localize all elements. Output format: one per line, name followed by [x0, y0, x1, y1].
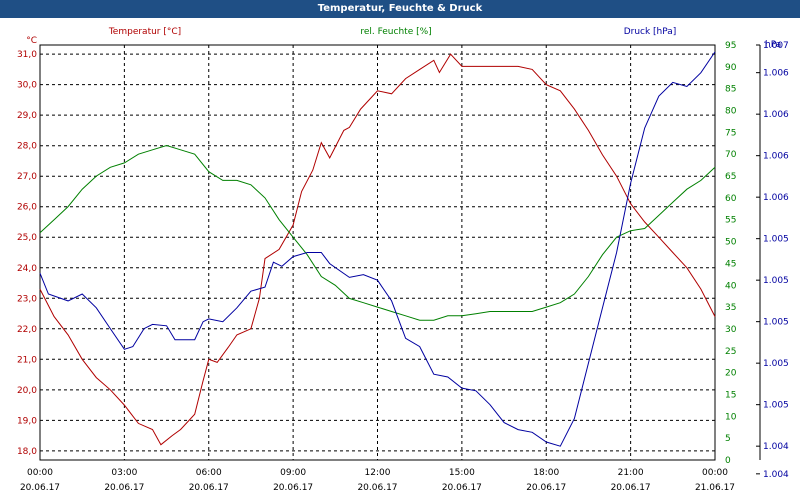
y-tick-temperature: 28,0 [17, 142, 37, 152]
grid [40, 45, 715, 460]
x-tick-date: 20.06.17 [273, 483, 313, 493]
y-tick-temperature: 27,0 [17, 172, 37, 182]
y-tick-pressure: 1.005 [763, 276, 789, 286]
y-tick-humidity: 55 [725, 216, 736, 226]
series-label-humidity: rel. Feuchte [%] [360, 27, 431, 37]
y-tick-pressure: 1.004 [763, 442, 789, 452]
x-tick-time: 00:00 [702, 468, 728, 478]
x-tick-date: 20.06.17 [611, 483, 651, 493]
y-tick-temperature: 18,0 [17, 447, 37, 457]
y-tick-temperature: 31,0 [17, 50, 37, 60]
y-tick-humidity: 95 [725, 41, 736, 51]
y-tick-temperature: 20,0 [17, 386, 37, 396]
y-tick-pressure: 1.006 [763, 193, 789, 203]
y-tick-temperature: 26,0 [17, 203, 37, 213]
x-tick-time: 06:00 [196, 468, 222, 478]
y-tick-humidity: 15 [725, 390, 736, 400]
series-label-temperature: Temperatur [°C] [108, 27, 181, 37]
chart-area: 00:00 20.06.17 03:00 20.06.17 06:00 20.06.17 0… [17, 27, 789, 493]
y-tick-temperature: 21,0 [17, 355, 37, 365]
y-tick-humidity: 70 [725, 150, 737, 160]
x-tick-time: 09:00 [280, 468, 306, 478]
x-tick-time: 03:00 [111, 468, 137, 478]
y-unit-temperature: °C [26, 36, 37, 46]
y-tick-humidity: 50 [725, 238, 737, 248]
x-tick-date: 20.06.17 [189, 483, 229, 493]
y-tick-pressure: 1.005 [763, 401, 789, 411]
y-tick-pressure: 1.005 [763, 318, 789, 328]
y-tick-humidity: 65 [725, 172, 736, 182]
y-tick-pressure: 1.005 [763, 359, 789, 369]
x-tick-time: 15:00 [449, 468, 475, 478]
y-tick-temperature: 30,0 [17, 81, 37, 91]
y-tick-humidity: 10 [725, 412, 737, 422]
y-tick-temperature: 23,0 [17, 294, 37, 304]
y-tick-humidity: 45 [725, 259, 736, 269]
x-tick-date: 20.06.17 [526, 483, 566, 493]
y-tick-humidity: 60 [725, 194, 737, 204]
y-tick-humidity: 85 [725, 85, 736, 95]
y-tick-pressure: 1.006 [763, 152, 789, 162]
y-tick-temperature: 19,0 [17, 416, 37, 426]
y-tick-pressure: 1.006 [763, 69, 789, 79]
x-tick-time: 00:00 [27, 468, 53, 478]
x-tick-time: 12:00 [365, 468, 391, 478]
y-tick-humidity: 0 [725, 456, 731, 466]
series-label-pressure: Druck [hPa] [624, 27, 677, 37]
y-tick-pressure: 1.007 [763, 41, 789, 51]
x-tick-time: 18:00 [533, 468, 559, 478]
x-tick-date: 20.06.17 [357, 483, 397, 493]
y-tick-pressure: 1.006 [763, 110, 789, 120]
y-tick-humidity: 30 [725, 325, 737, 335]
y-tick-humidity: 75 [725, 128, 736, 138]
y-tick-temperature: 25,0 [17, 233, 37, 243]
x-tick-date: 21.06.17 [695, 483, 735, 493]
y-tick-humidity: 40 [725, 281, 737, 291]
y-tick-temperature: 29,0 [17, 111, 37, 121]
y-tick-humidity: 35 [725, 303, 736, 313]
chart-window: Temperatur, Feuchte & Druck 00:00 20.06.1… [0, 0, 800, 500]
y-tick-humidity: 20 [725, 369, 737, 379]
y-tick-temperature: 24,0 [17, 264, 37, 274]
x-tick-date: 20.06.17 [442, 483, 482, 493]
x-tick-time: 21:00 [618, 468, 644, 478]
y-tick-pressure: 1.005 [763, 235, 789, 245]
axes-layer: 00:00 20.06.17 03:00 20.06.17 06:00 20.06.17 0… [17, 27, 789, 493]
y-tick-humidity: 80 [725, 107, 737, 117]
x-tick-date: 20.06.17 [20, 483, 60, 493]
y-tick-humidity: 25 [725, 347, 736, 357]
y-tick-humidity: 90 [725, 63, 737, 73]
y-tick-pressure: 1.004 [763, 470, 789, 480]
y-tick-humidity: 5 [725, 434, 731, 444]
y-tick-temperature: 22,0 [17, 325, 37, 335]
x-tick-date: 20.06.17 [104, 483, 144, 493]
